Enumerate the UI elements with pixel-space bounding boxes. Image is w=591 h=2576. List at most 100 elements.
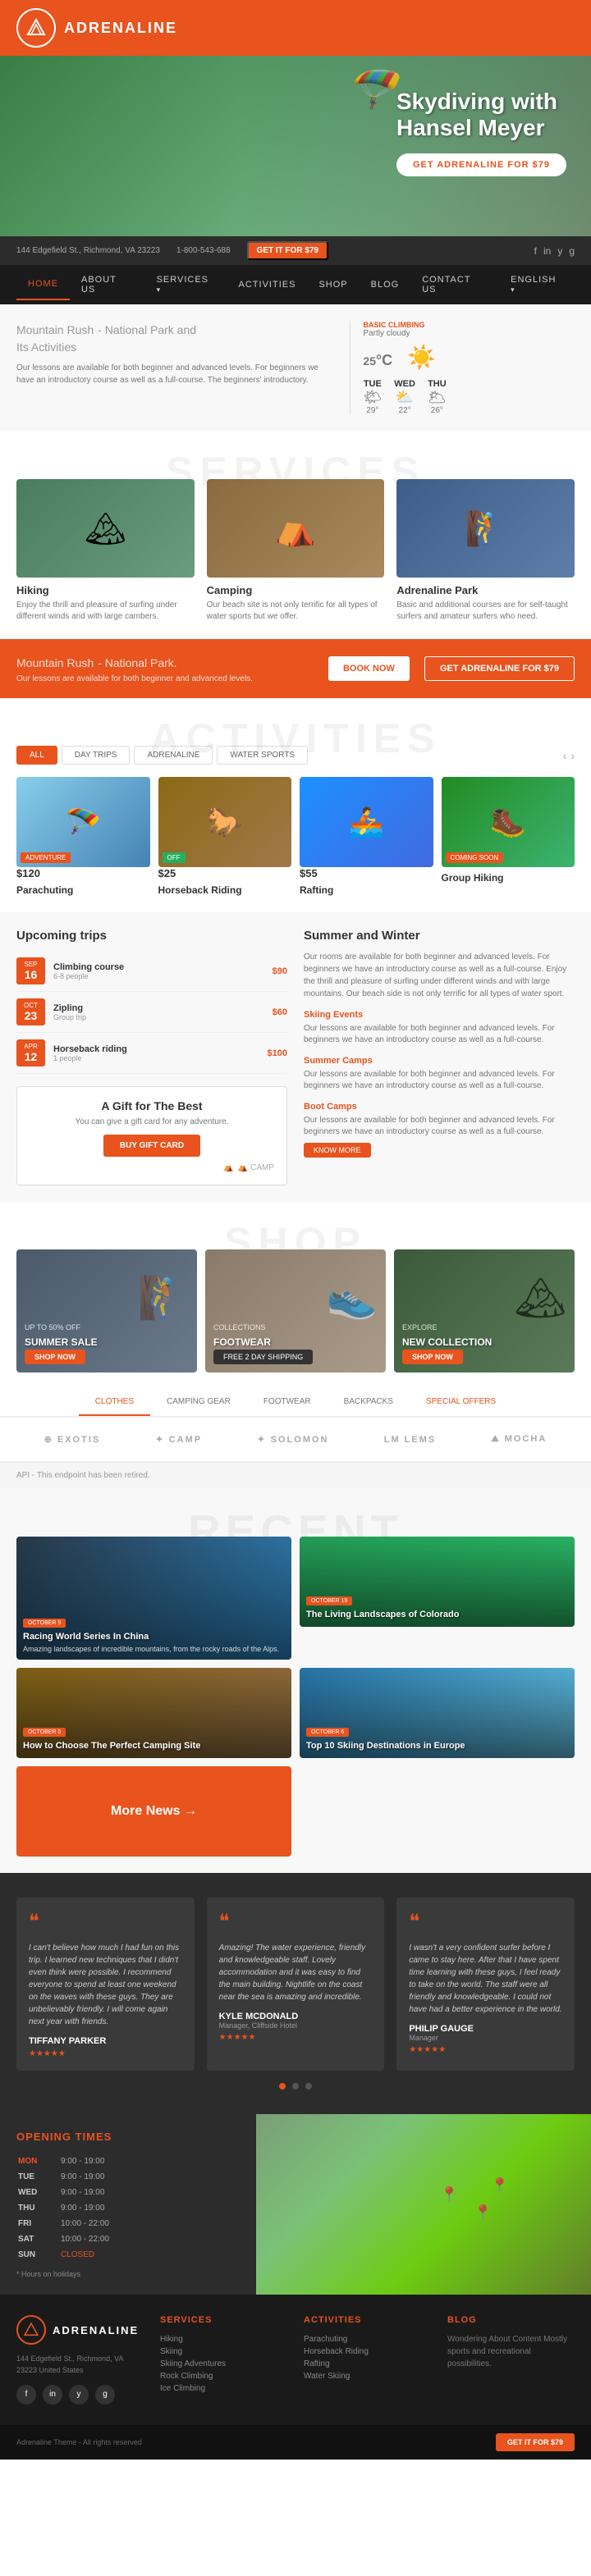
testimonial-3: ❝ I wasn't a very confident surfer befor… <box>396 1898 575 2071</box>
testimonial-2: ❝ Amazing! The water experience, friendl… <box>207 1898 385 2071</box>
summer-shop-btn[interactable]: SHOP NOW <box>25 1350 85 1364</box>
footer-youtube-icon[interactable]: y <box>69 2385 89 2405</box>
footer-grid: ADRENALINE 144 Edgefield St., Richmond, … <box>16 2315 575 2405</box>
footer-link-rafting[interactable]: Rafting <box>304 2358 431 2370</box>
footer-link-rock[interactable]: Rock Climbing <box>160 2370 287 2382</box>
news-more[interactable]: More News → <box>16 1766 291 1857</box>
site-phone: 1-800-543-688 <box>176 246 231 255</box>
map-pin-1: 📍 <box>440 2186 458 2204</box>
footer-linkedin-icon[interactable]: in <box>43 2385 62 2405</box>
adrenaline-image: 🧗 <box>396 479 575 578</box>
footer-blog-title: BLOG <box>447 2315 575 2325</box>
linkedin-icon[interactable]: in <box>543 245 551 257</box>
brand-mocha: ⛰ Mocha <box>491 1434 547 1445</box>
quote-icon-3: ❝ <box>409 1910 562 1934</box>
footer-link-skiing[interactable]: Skiing <box>160 2345 287 2358</box>
map-pin-2: 📍 <box>474 2204 492 2222</box>
footer-link-ice[interactable]: Ice Climbing <box>160 2382 287 2395</box>
hero-cta-button[interactable]: GET ADRENALINE FOR $79 <box>396 153 566 176</box>
nav-home[interactable]: Home <box>16 269 70 300</box>
top-info-bar: 144 Edgefield St., Richmond, VA 23223 1-… <box>0 236 591 265</box>
dot-3[interactable] <box>305 2083 312 2090</box>
banner-text: Mountain Rush - National Park. Our lesso… <box>16 654 253 683</box>
shop-section: SHOP 🧗 UP TO 50% OFF SUMMER SALE SHOP NO… <box>0 1202 591 1389</box>
site-name: ADRENALINE <box>64 20 177 37</box>
get-it-button[interactable]: GET IT FOR $79 <box>247 241 329 260</box>
download-button[interactable]: GET ADRENALINE FOR $79 <box>424 656 575 681</box>
map-pin-3: 📍 <box>491 2177 509 2195</box>
site-address: 144 Edgefield St., Richmond, VA 23223 <box>16 246 160 255</box>
nav-activities[interactable]: Activities <box>227 270 308 299</box>
news-racing[interactable]: OCTOBER 9 Racing World Series In China A… <box>16 1537 291 1660</box>
dot-2[interactable] <box>292 2083 299 2090</box>
book-now-button[interactable]: BOOK NOW <box>328 656 410 681</box>
summer-label: SUMMER SALE <box>25 1336 98 1348</box>
nav-about[interactable]: About Us <box>70 265 145 304</box>
hiking-title: Hiking <box>16 584 195 596</box>
footer-brand-col: ADRENALINE 144 Edgefield St., Richmond, … <box>16 2315 144 2405</box>
footer-link-horse[interactable]: Horseback Riding <box>304 2345 431 2358</box>
cat-clothes[interactable]: CLOTHES <box>79 1389 150 1416</box>
collection-icon: 🏔 <box>515 1274 566 1322</box>
skiing-title: Skiing Events <box>304 1010 575 1020</box>
google-icon[interactable]: g <box>569 245 575 257</box>
cat-camping-gear[interactable]: CAMPING GEAR <box>150 1389 247 1416</box>
activities-grid: 🪂 ADVENTURE $120 Parachuting 🐎 OFF $25 H… <box>16 777 575 896</box>
nav-services[interactable]: Services <box>145 265 227 304</box>
nav-contact[interactable]: Contact Us <box>410 265 499 304</box>
horseback-title: Horseback Riding <box>158 884 292 896</box>
weather-widget: BASIC CLIMBING Partly cloudy 25°C ☀️ TUE… <box>350 321 575 415</box>
sw-intro: Our rooms are available for both beginne… <box>304 951 575 1000</box>
footwear-icon: 👟 <box>327 1274 378 1322</box>
opening-thu: THU 9:00 - 19:00 <box>18 2201 238 2215</box>
summer-camps-title: Summer Camps <box>304 1056 575 1066</box>
collection-shop-btn[interactable]: SHOP NOW <box>402 1350 463 1364</box>
map-area: 📍 📍 📍 <box>256 2114 591 2295</box>
gift-btn[interactable]: BUY GIFT CARD <box>103 1135 200 1157</box>
news-camping[interactable]: OCTOBER 5 How to Choose The Perfect Camp… <box>16 1668 291 1758</box>
skiing-events: Skiing Events Our lessons are available … <box>304 1010 575 1046</box>
free-shipping-btn[interactable]: FREE 2 DAY SHIPPING <box>213 1350 313 1364</box>
camping-image: ⛺ <box>207 479 385 578</box>
nav-language[interactable]: English <box>499 265 575 304</box>
hiking-activity-image: 🥾 COMING SOON <box>442 777 575 867</box>
summer-camps: Summer Camps Our lessons are available f… <box>304 1056 575 1092</box>
testimonial-1: ❝ I can't believe how much I had fun on … <box>16 1898 195 2071</box>
footer-link-skiing-adv[interactable]: Skiing Adventures <box>160 2358 287 2370</box>
shop-footwear: 👟 COLLECTIONS FOOTWEAR FREE 2 DAY SHIPPI… <box>205 1249 386 1372</box>
news-living[interactable]: OCTOBER 19 The Living Landscapes of Colo… <box>300 1537 575 1627</box>
footer-google-icon[interactable]: g <box>95 2385 115 2405</box>
cat-backpacks[interactable]: BACKPACKS <box>328 1389 410 1416</box>
footer-link-water-ski[interactable]: Water Skiing <box>304 2370 431 2382</box>
opening-sun: SUN CLOSED <box>18 2248 238 2262</box>
summer-winter-section: Summer and Winter Our rooms are availabl… <box>304 929 575 1185</box>
logo-area[interactable]: ADRENALINE <box>16 8 177 48</box>
cat-special[interactable]: SPECIAL OFFERS <box>410 1389 512 1416</box>
camp-logo: ⛺ ⛺ CAMP <box>30 1163 274 1172</box>
footer-facebook-icon[interactable]: f <box>16 2385 36 2405</box>
opening-sat: SAT 10:00 - 22:00 <box>18 2232 238 2246</box>
quote-icon-1: ❝ <box>29 1910 182 1934</box>
nav-blog[interactable]: Blog <box>360 270 411 299</box>
brand-lems: LM LEMS <box>384 1435 437 1445</box>
collection-sublabel: EXPLORE <box>402 1323 438 1331</box>
facebook-icon[interactable]: f <box>534 245 537 257</box>
know-more-button[interactable]: KNOW MORE <box>304 1143 371 1158</box>
boot-camps-title: Boot Camps <box>304 1102 575 1112</box>
footer-get-it-btn[interactable]: GET IT FOR $79 <box>496 2433 575 2451</box>
nav-shop[interactable]: Shop <box>307 270 359 299</box>
youtube-icon[interactable]: y <box>557 245 562 257</box>
dot-1[interactable] <box>279 2083 286 2090</box>
trip-item-3: APR 12 Horseback riding 1 people $100 <box>16 1033 287 1074</box>
footwear-label: FOOTWEAR <box>213 1336 271 1348</box>
footer-link-hiking[interactable]: Hiking <box>160 2333 287 2345</box>
upcoming-title: Upcoming trips <box>16 929 287 943</box>
shop-summer-sale: 🧗 UP TO 50% OFF SUMMER SALE SHOP NOW <box>16 1249 197 1372</box>
api-notice: API - This endpoint has been retired. <box>0 1462 591 1488</box>
footer-link-para[interactable]: Parachuting <box>304 2333 431 2345</box>
recent-section: RECENT OCTOBER 9 Racing World Series In … <box>0 1488 591 1873</box>
cat-footwear[interactable]: FOOTWEAR <box>247 1389 328 1416</box>
news-skiing[interactable]: OCTOBER 6 Top 10 Skiing Destinations in … <box>300 1668 575 1758</box>
rafting-title: Rafting <box>300 884 433 896</box>
camp-icon: ⛺ <box>223 1163 233 1172</box>
